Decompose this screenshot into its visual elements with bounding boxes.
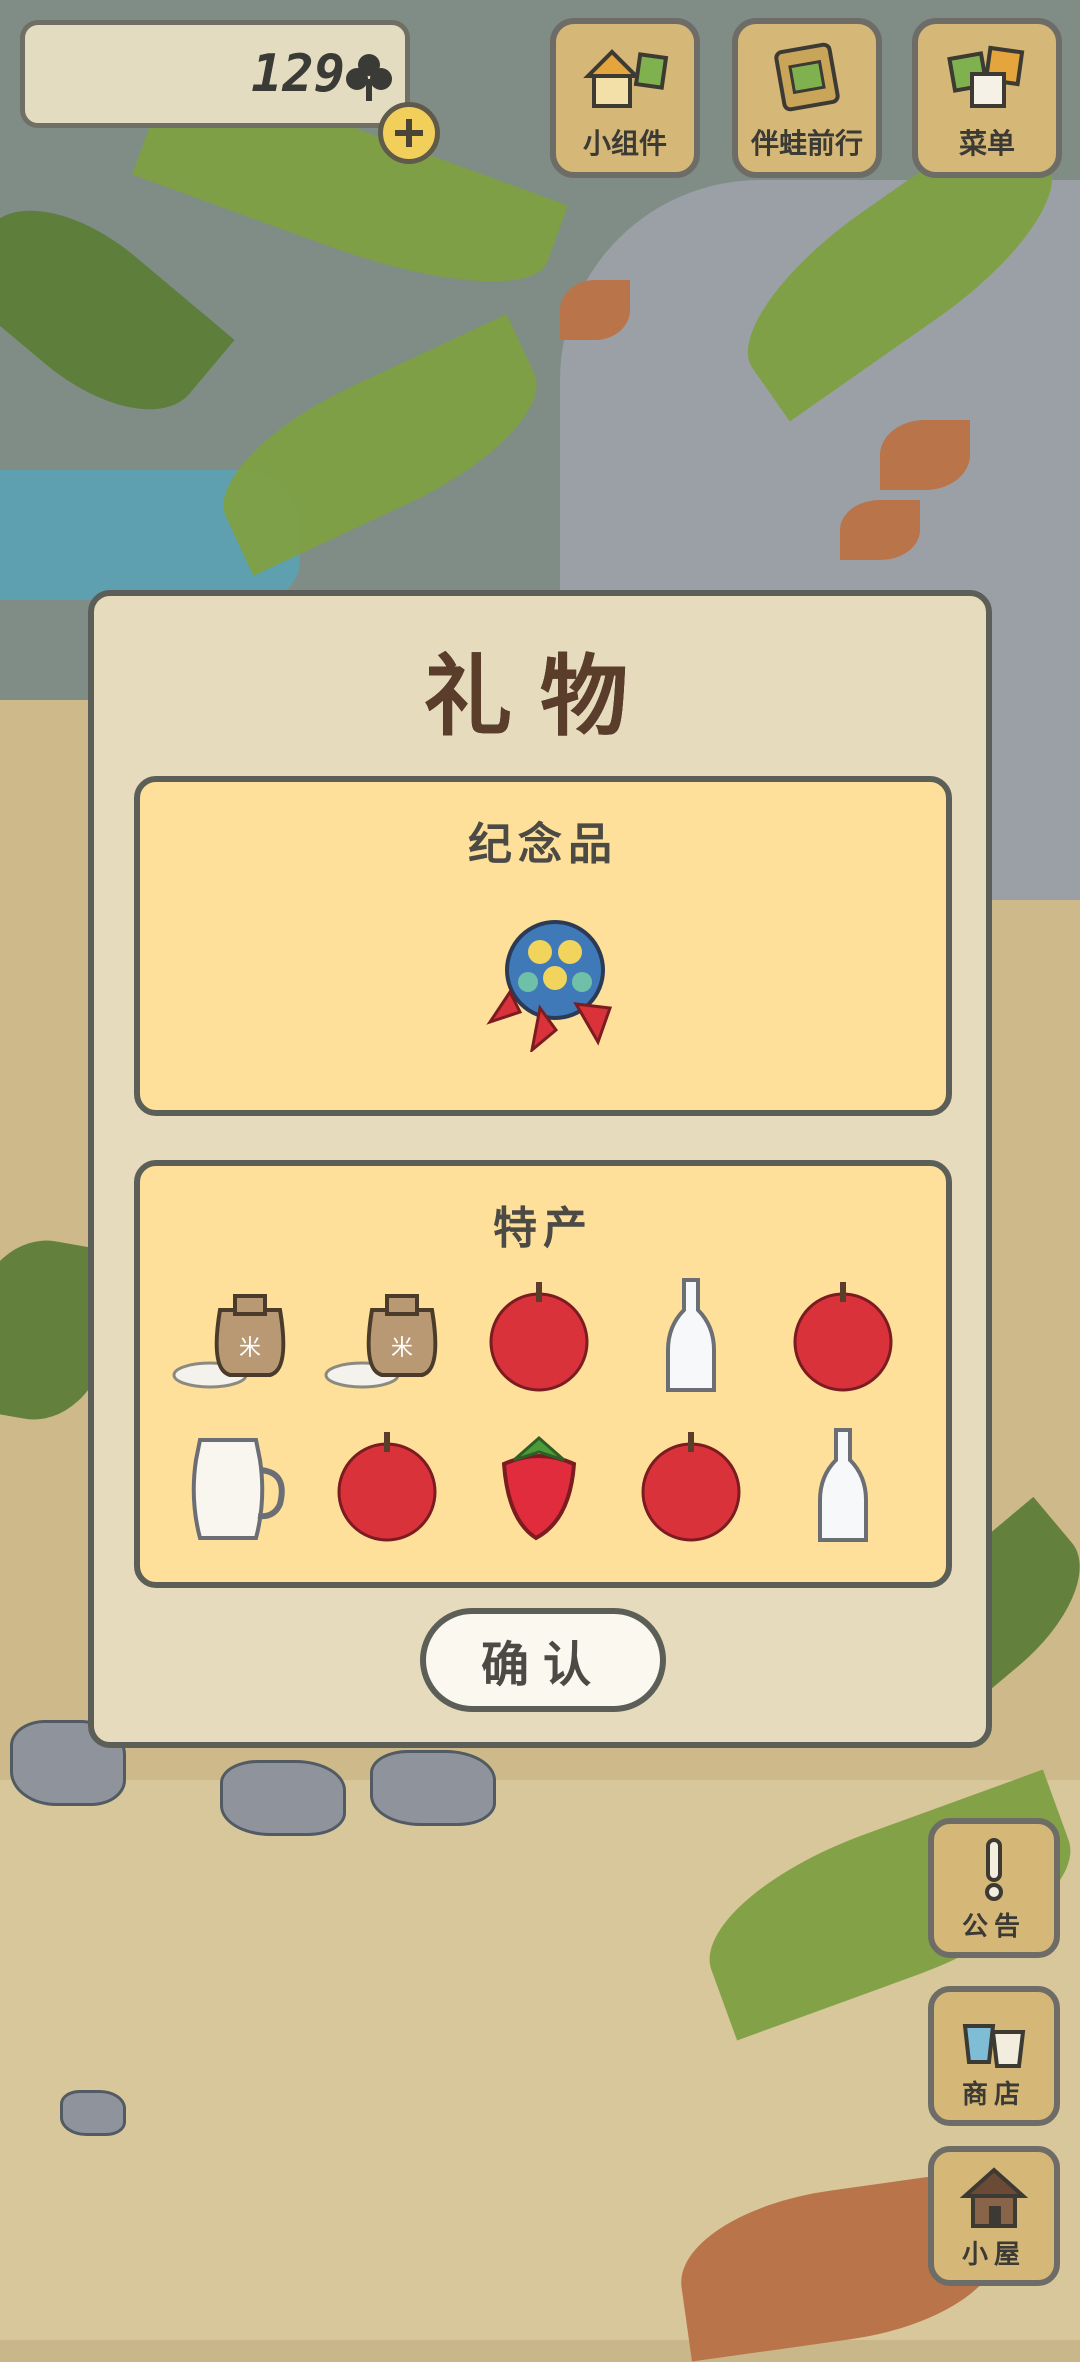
- specialty-title: 特产: [493, 1203, 593, 1254]
- house-button[interactable]: 小屋: [928, 2146, 1060, 2286]
- rice-bag-icon[interactable]: 米: [322, 1270, 452, 1400]
- frog-journey-button[interactable]: 伴蛙前行: [732, 18, 882, 178]
- confirm-button[interactable]: 确认: [420, 1608, 666, 1712]
- background-stone: [60, 2090, 126, 2136]
- temari-ball-icon[interactable]: [480, 912, 630, 1052]
- glass-bottle-icon[interactable]: [778, 1420, 908, 1550]
- exclamation-icon: [985, 1838, 1003, 1901]
- plus-icon: [395, 119, 423, 147]
- notice-button[interactable]: 公告: [928, 1818, 1060, 1958]
- clover-counter: 129: [20, 20, 410, 128]
- clover-icon: [346, 54, 392, 101]
- frog-journey-label: 伴蛙前行: [750, 127, 863, 160]
- background-leaf: [880, 420, 970, 490]
- clover-count: 129: [251, 44, 345, 104]
- background-stone: [370, 1750, 496, 1826]
- widget-icon: [583, 49, 669, 108]
- menu-button[interactable]: 菜单: [912, 18, 1062, 178]
- apple-icon[interactable]: [474, 1270, 604, 1400]
- widget-label: 小组件: [582, 127, 667, 160]
- shop-bags-icon: [962, 2024, 1026, 2068]
- shop-label: 商店: [961, 2080, 1026, 2110]
- strawberry-icon[interactable]: [474, 1420, 604, 1550]
- svg-text:米: 米: [391, 1336, 413, 1361]
- milk-jug-icon[interactable]: [170, 1420, 300, 1550]
- apple-icon[interactable]: [322, 1420, 452, 1550]
- rice-bag-icon[interactable]: 米: [170, 1270, 300, 1400]
- frog-journey-icon: [774, 42, 840, 112]
- svg-text:米: 米: [239, 1336, 261, 1361]
- specialty-panel: 特产 米 米: [134, 1160, 952, 1588]
- apple-icon[interactable]: [626, 1420, 756, 1550]
- add-clover-button[interactable]: [378, 102, 440, 164]
- menu-icon: [947, 45, 1025, 108]
- house-icon: [959, 2167, 1029, 2228]
- gift-dialog: 礼物 纪念品 特产 米 米 确认: [88, 590, 992, 1748]
- apple-icon[interactable]: [778, 1270, 908, 1400]
- menu-label: 菜单: [958, 127, 1015, 160]
- souvenir-panel: 纪念品: [134, 776, 952, 1116]
- house-label: 小屋: [961, 2240, 1026, 2270]
- glass-bottle-icon[interactable]: [626, 1270, 756, 1400]
- notice-label: 公告: [961, 1912, 1026, 1942]
- background-stone: [220, 1760, 346, 1836]
- shop-button[interactable]: 商店: [928, 1986, 1060, 2126]
- dialog-title: 礼物: [423, 645, 656, 748]
- background-leaf: [560, 280, 630, 340]
- souvenir-title: 纪念品: [468, 819, 618, 870]
- widget-button[interactable]: 小组件: [550, 18, 700, 178]
- background-leaf: [840, 500, 920, 560]
